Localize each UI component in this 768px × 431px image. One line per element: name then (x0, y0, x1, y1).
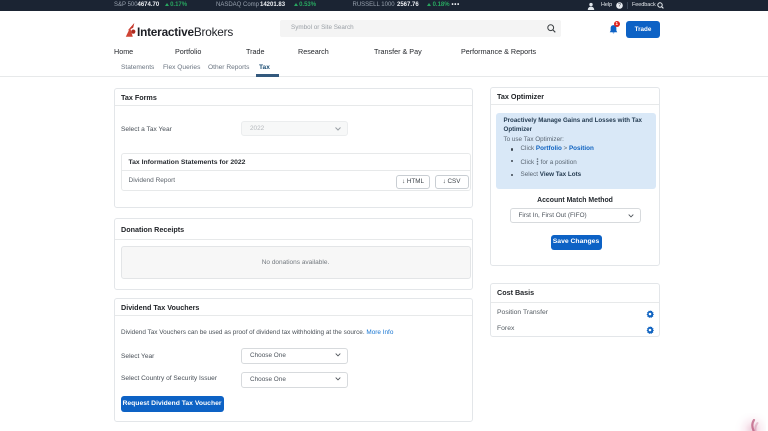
svg-text:?: ? (618, 3, 621, 9)
